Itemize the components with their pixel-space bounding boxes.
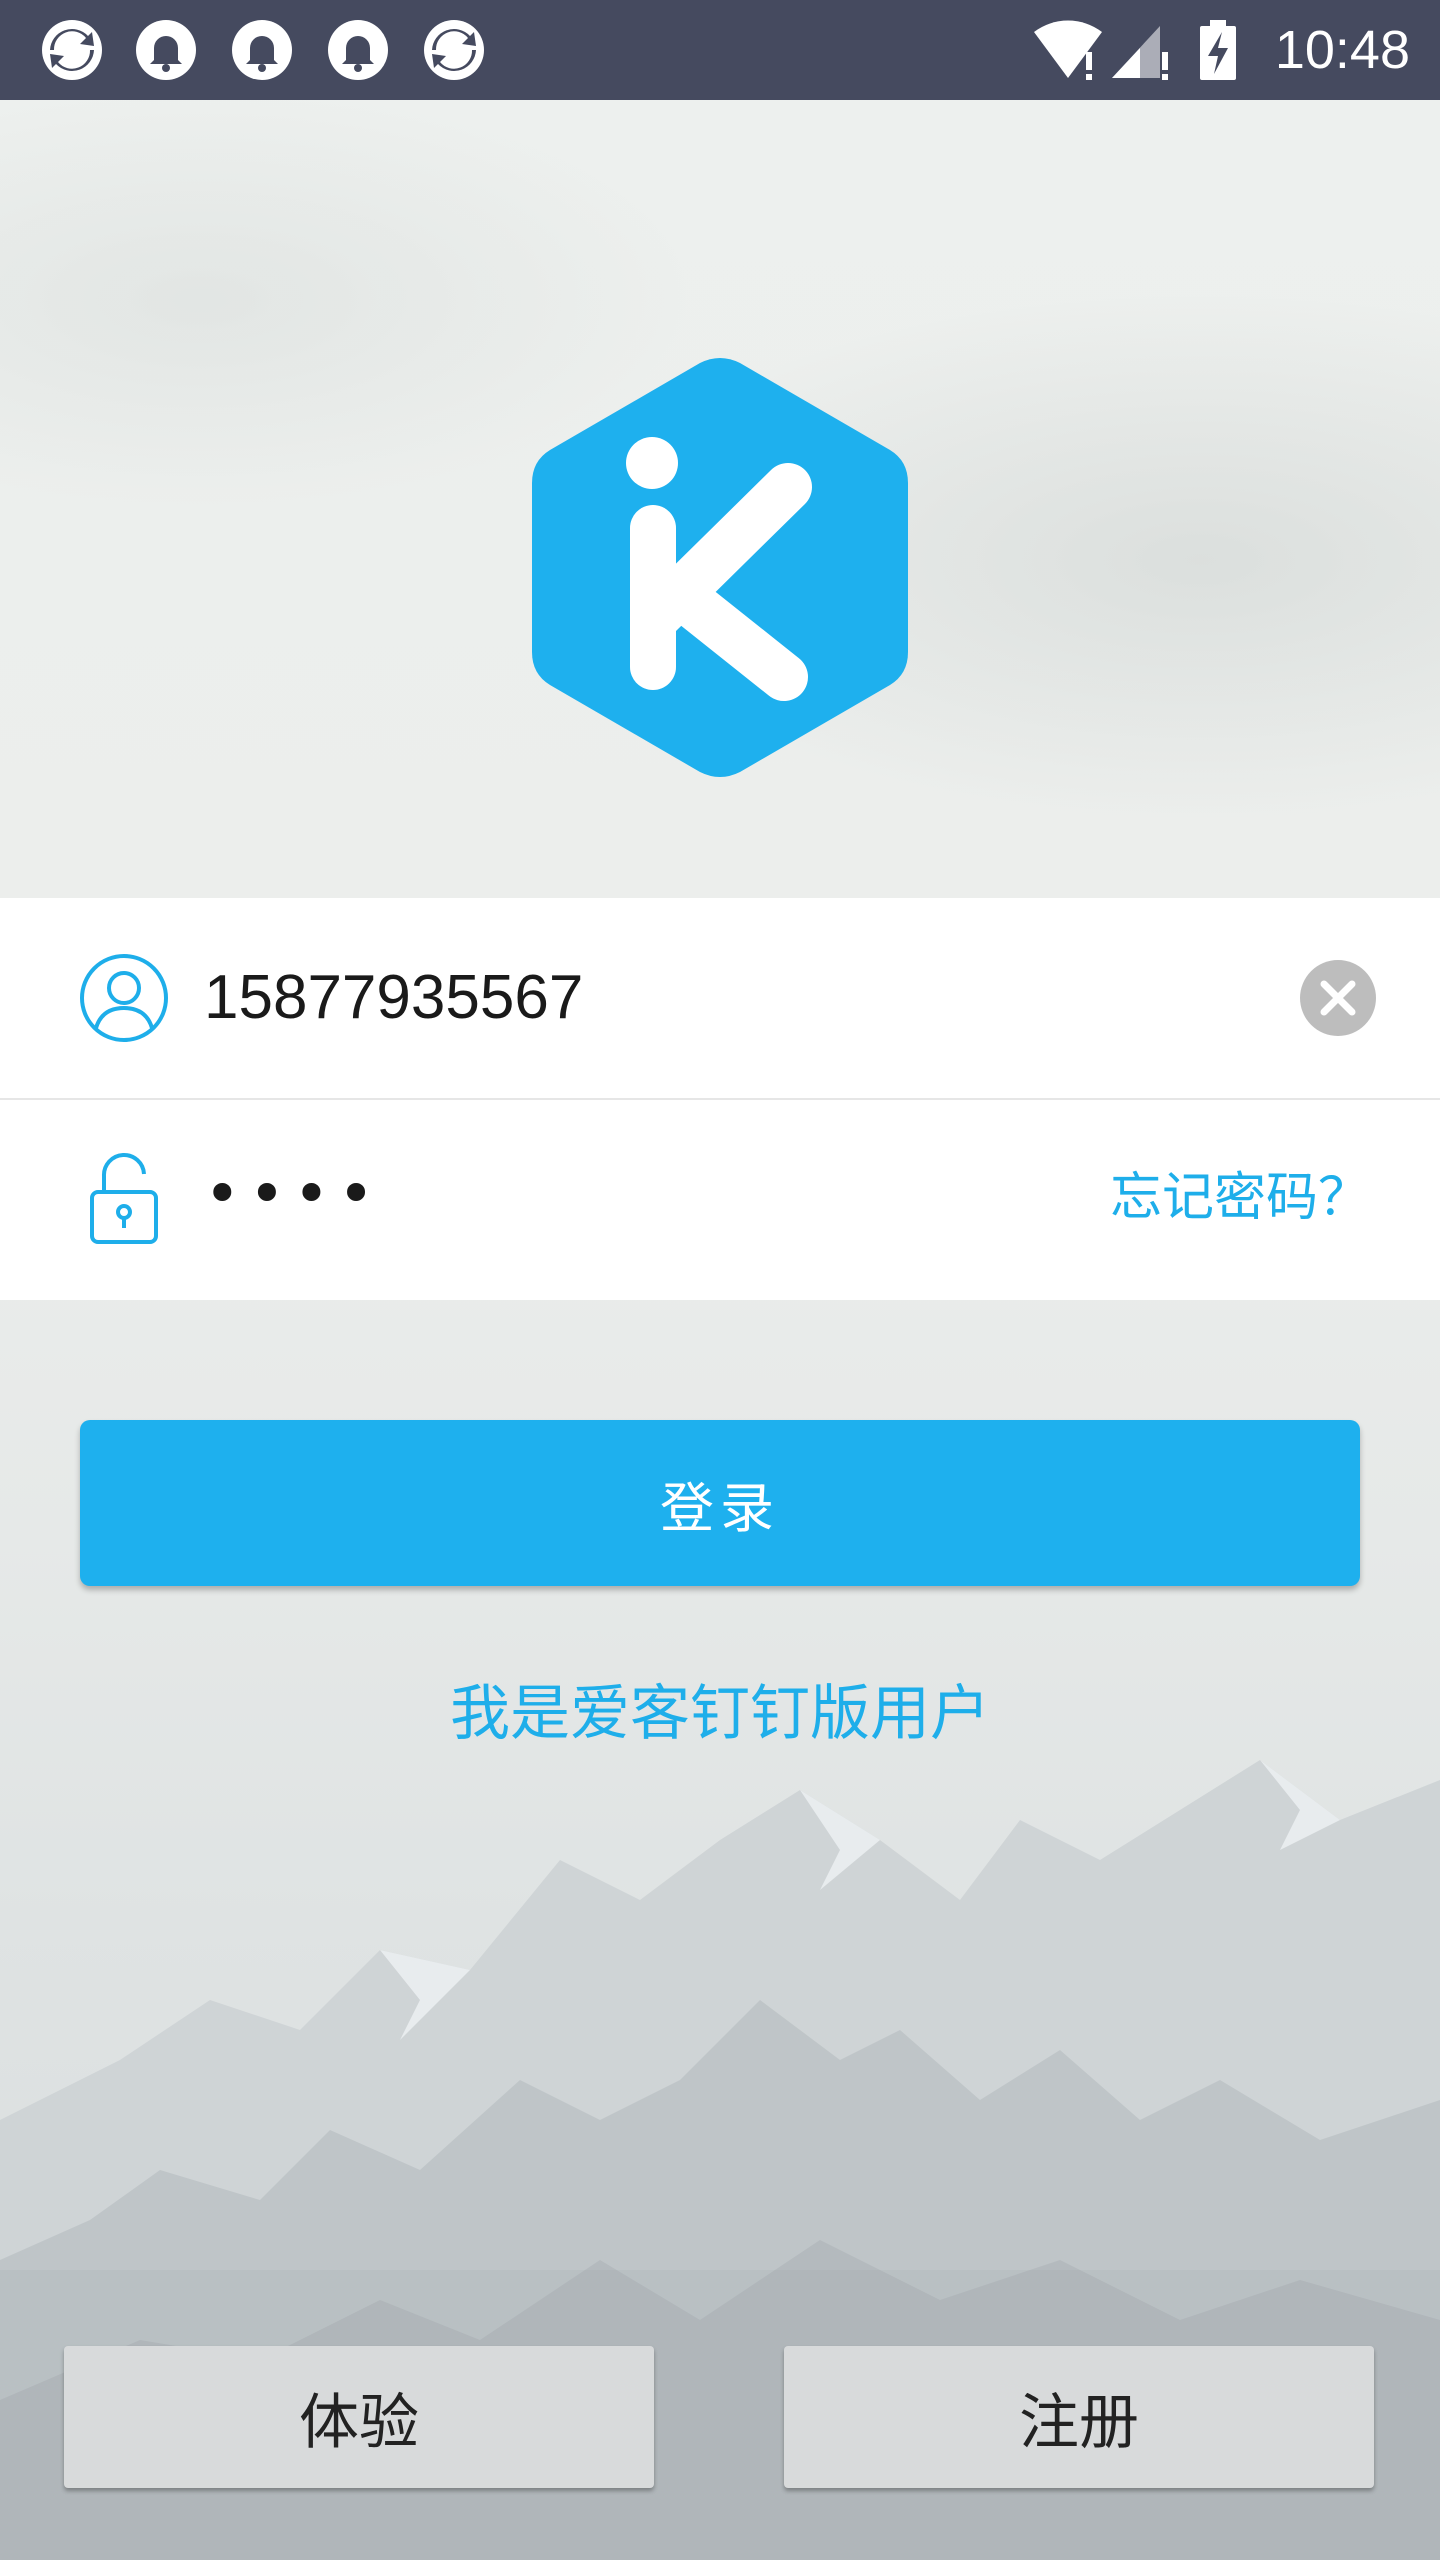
signal-icon (1112, 26, 1168, 80)
close-icon (1320, 980, 1356, 1016)
wifi-icon (1034, 20, 1102, 80)
clear-input-button[interactable] (1300, 960, 1376, 1036)
sync-icon (424, 20, 484, 80)
register-button[interactable]: 注册 (784, 2346, 1374, 2488)
user-icon (80, 954, 168, 1042)
trial-button[interactable]: 体验 (64, 2346, 654, 2488)
bell-icon (136, 20, 196, 80)
status-bar: 10:48 (0, 0, 1440, 100)
phone-input[interactable]: 15877935567 (204, 962, 583, 1034)
phone-row: 15877935567 (0, 898, 1440, 1100)
dingding-user-link[interactable]: 我是爱客钉钉版用户 (0, 1676, 1440, 1752)
login-button[interactable]: 登录 (80, 1420, 1360, 1586)
sync-icon (42, 20, 102, 80)
lock-icon (90, 1152, 158, 1244)
password-input[interactable]: •••• (204, 1158, 382, 1230)
app-logo (532, 358, 908, 777)
bell-icon (232, 20, 292, 80)
forgot-password-link[interactable]: 忘记密码？ (1110, 1166, 1370, 1230)
battery-charging-icon (1200, 20, 1236, 80)
password-row: •••• 忘记密码？ (0, 1100, 1440, 1300)
bell-icon (328, 20, 388, 80)
status-time: 10:48 (1274, 20, 1410, 80)
